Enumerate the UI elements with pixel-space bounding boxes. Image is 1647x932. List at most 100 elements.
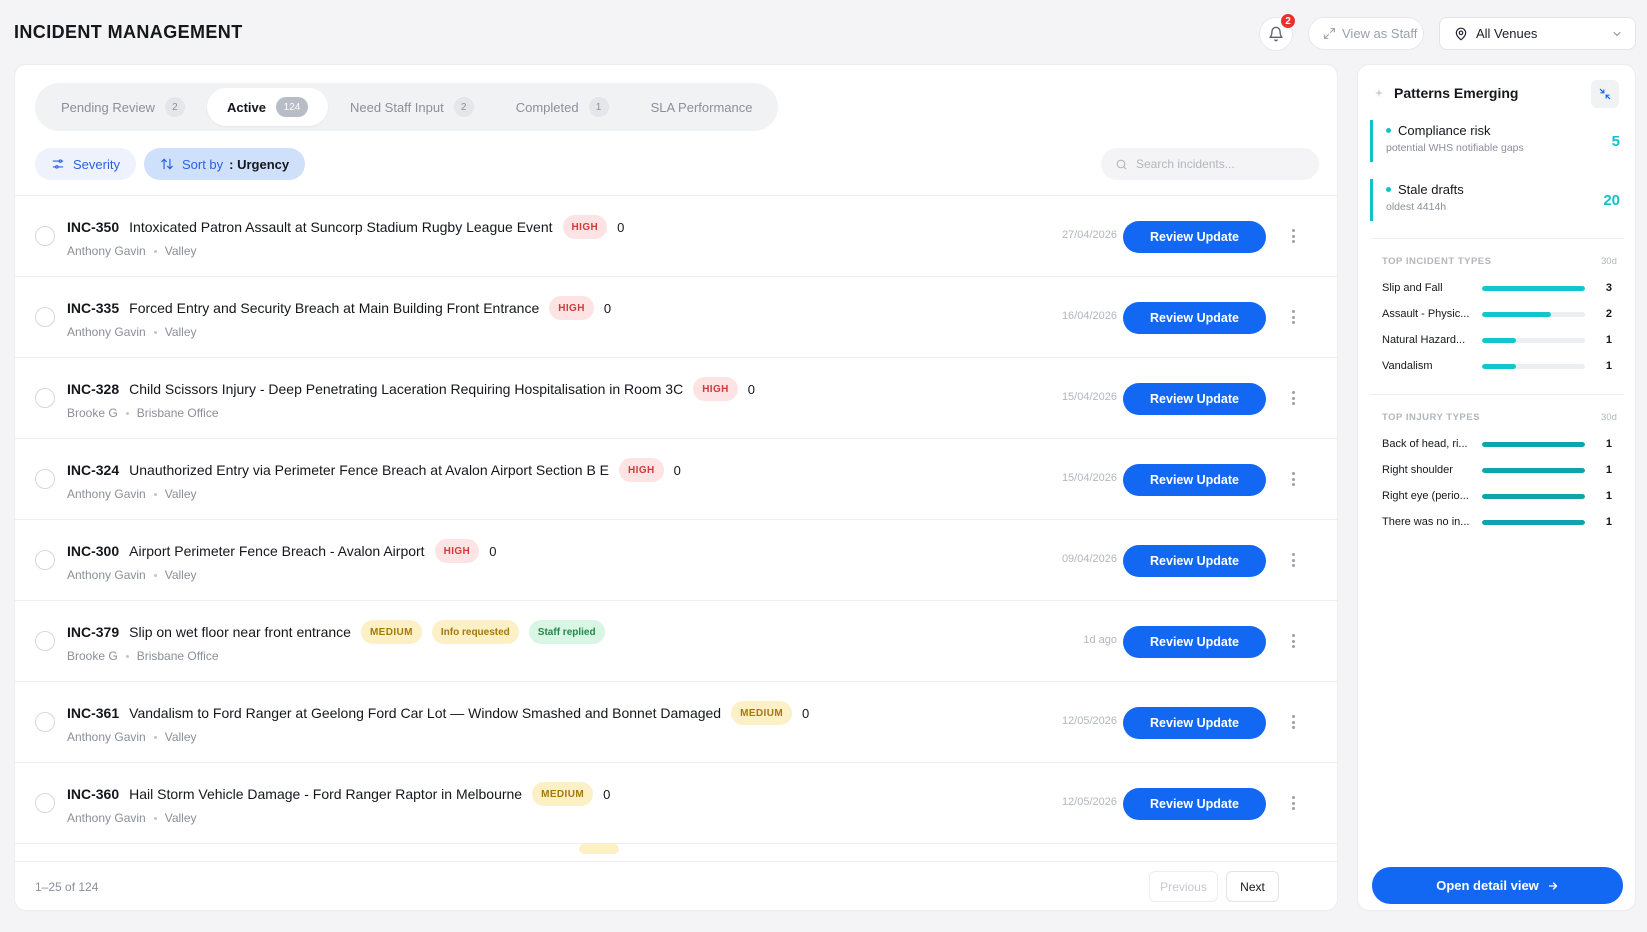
- bar-fill: [1482, 311, 1551, 317]
- separator-dot: [153, 492, 157, 496]
- review-update-button[interactable]: Review Update: [1123, 383, 1266, 415]
- bar-row[interactable]: Slip and Fall 3: [1382, 279, 1612, 297]
- review-update-button[interactable]: Review Update: [1123, 707, 1266, 739]
- comment-count: 0: [603, 300, 612, 316]
- bar-row[interactable]: Vandalism 1: [1382, 357, 1612, 375]
- incident-date: 1d ago: [1083, 634, 1117, 646]
- reporter-name: Anthony Gavin: [67, 811, 146, 825]
- bar-row[interactable]: Back of head, ri... 1: [1382, 435, 1612, 453]
- incident-title[interactable]: Intoxicated Patron Assault at Suncorp St…: [129, 219, 552, 235]
- patterns-header: Patterns Emerging: [1374, 85, 1518, 101]
- bar-row[interactable]: Right shoulder 1: [1382, 461, 1612, 479]
- search-input[interactable]: Search incidents...: [1101, 148, 1319, 180]
- bar-row[interactable]: There was no in... 1: [1382, 513, 1612, 531]
- row-select-checkbox[interactable]: [35, 631, 55, 651]
- severity-badge: MEDIUM: [731, 701, 793, 725]
- venue-name: Valley: [164, 325, 197, 339]
- comment-count: 0: [617, 219, 625, 235]
- incident-title[interactable]: Vandalism to Ford Ranger at Geelong Ford…: [129, 705, 721, 721]
- tab-sla-performance[interactable]: SLA Performance: [631, 88, 773, 126]
- bar-row[interactable]: Natural Hazard... 1: [1382, 331, 1612, 349]
- incident-title[interactable]: Hail Storm Vehicle Damage - Ford Ranger …: [129, 786, 522, 802]
- review-update-button[interactable]: Review Update: [1123, 464, 1266, 496]
- more-options-icon[interactable]: [1287, 631, 1299, 651]
- bar-label: Assault - Physic...: [1382, 308, 1470, 320]
- more-options-icon[interactable]: [1287, 793, 1299, 813]
- more-options-icon[interactable]: [1287, 712, 1299, 732]
- tab-label: Active: [226, 99, 266, 115]
- more-options-icon[interactable]: [1287, 550, 1299, 570]
- next-page-button[interactable]: Next: [1226, 871, 1279, 902]
- info-requested-badge: Info requested: [431, 620, 519, 644]
- incident-list: INC-350 Intoxicated Patron Assault at Su…: [15, 195, 1337, 910]
- table-row[interactable]: INC-335 Forced Entry and Security Breach…: [15, 277, 1337, 358]
- incident-title[interactable]: Airport Perimeter Fence Breach - Avalon …: [129, 543, 424, 559]
- alert-title: Compliance risk: [1386, 123, 1620, 138]
- row-select-checkbox[interactable]: [35, 307, 55, 327]
- open-detail-view-button[interactable]: Open detail view: [1372, 867, 1623, 904]
- bar-track: [1482, 467, 1585, 473]
- bell-icon: [1269, 26, 1283, 42]
- bar-row[interactable]: Right eye (perio... 1: [1382, 487, 1612, 505]
- list-scrollbar[interactable]: [1337, 195, 1338, 395]
- table-row[interactable]: INC-360 Hail Storm Vehicle Damage - Ford…: [15, 763, 1337, 844]
- table-row[interactable]: INC-328 Child Scissors Injury - Deep Pen…: [15, 358, 1337, 439]
- row-select-checkbox[interactable]: [35, 550, 55, 570]
- compliance-risk-alert[interactable]: Compliance risk potential WHS notifiable…: [1370, 120, 1620, 162]
- table-row[interactable]: INC-300 Airport Perimeter Fence Breach -…: [15, 520, 1337, 601]
- bar-fill: [1482, 467, 1585, 473]
- bar-label: Natural Hazard...: [1382, 334, 1466, 346]
- notifications-button[interactable]: 2: [1259, 13, 1296, 51]
- incident-date: 15/04/2026: [1061, 391, 1117, 403]
- row-select-checkbox[interactable]: [35, 226, 55, 246]
- row-select-checkbox[interactable]: [35, 712, 55, 732]
- expand-panel-button[interactable]: [1591, 80, 1619, 108]
- incident-title[interactable]: Child Scissors Injury - Deep Penetrating…: [129, 381, 683, 397]
- table-row[interactable]: INC-379 Slip on wet floor near front ent…: [15, 601, 1337, 682]
- more-options-icon[interactable]: [1287, 307, 1299, 327]
- incident-title[interactable]: Unauthorized Entry via Perimeter Fence B…: [129, 462, 609, 478]
- table-row[interactable]: INC-324 Unauthorized Entry via Perimeter…: [15, 439, 1337, 520]
- reporter-name: Anthony Gavin: [67, 487, 146, 501]
- table-row[interactable]: INC-350 Intoxicated Patron Assault at Su…: [15, 196, 1337, 277]
- separator-dot: [153, 735, 157, 739]
- bar-value: 1: [1605, 490, 1612, 502]
- sort-button[interactable]: Sort by : Urgency: [143, 148, 306, 180]
- review-update-button[interactable]: Review Update: [1123, 302, 1266, 334]
- bar-row[interactable]: Assault - Physic... 2: [1382, 305, 1612, 323]
- review-update-button[interactable]: Review Update: [1123, 626, 1266, 658]
- incident-title[interactable]: Slip on wet floor near front entrance: [129, 624, 351, 640]
- stale-drafts-alert[interactable]: Stale drafts oldest 4414h 20: [1370, 179, 1620, 221]
- bar-track: [1482, 285, 1585, 291]
- incident-id: INC-379: [67, 624, 120, 640]
- more-options-icon[interactable]: [1287, 388, 1299, 408]
- previous-page-button[interactable]: Previous: [1149, 871, 1218, 902]
- venue-select[interactable]: All Venues: [1439, 17, 1636, 50]
- tab-completed[interactable]: Completed 1: [496, 88, 629, 126]
- reporter-name: Anthony Gavin: [67, 244, 146, 258]
- bar-fill: [1482, 441, 1585, 447]
- severity-filter-button[interactable]: Severity: [35, 148, 136, 180]
- row-select-checkbox[interactable]: [35, 793, 55, 813]
- incident-date: 27/04/2026: [1061, 229, 1117, 241]
- search-placeholder: Search incidents...: [1136, 157, 1235, 171]
- more-options-icon[interactable]: [1287, 226, 1299, 246]
- row-select-checkbox[interactable]: [35, 388, 55, 408]
- row-select-checkbox[interactable]: [35, 469, 55, 489]
- venue-name: Valley: [164, 568, 197, 582]
- incident-title[interactable]: Forced Entry and Security Breach at Main…: [129, 300, 539, 316]
- injury-types-heading: TOP INJURY TYPES: [1382, 412, 1480, 423]
- venue-select-value: All Venues: [1476, 26, 1538, 41]
- collapse-arrows-icon: [1599, 88, 1611, 100]
- more-options-icon[interactable]: [1287, 469, 1299, 489]
- view-as-staff-button[interactable]: View as Staff: [1308, 17, 1424, 50]
- review-update-button[interactable]: Review Update: [1123, 221, 1266, 253]
- sort-value: : Urgency: [229, 156, 290, 172]
- tab-pending-review[interactable]: Pending Review 2: [41, 88, 205, 126]
- tab-active[interactable]: Active 124: [206, 88, 328, 126]
- table-row[interactable]: INC-361 Vandalism to Ford Ranger at Geel…: [15, 682, 1337, 763]
- review-update-button[interactable]: Review Update: [1123, 545, 1266, 577]
- divider: [1370, 394, 1624, 395]
- tab-need-staff-input[interactable]: Need Staff Input 2: [330, 88, 494, 126]
- review-update-button[interactable]: Review Update: [1123, 788, 1266, 820]
